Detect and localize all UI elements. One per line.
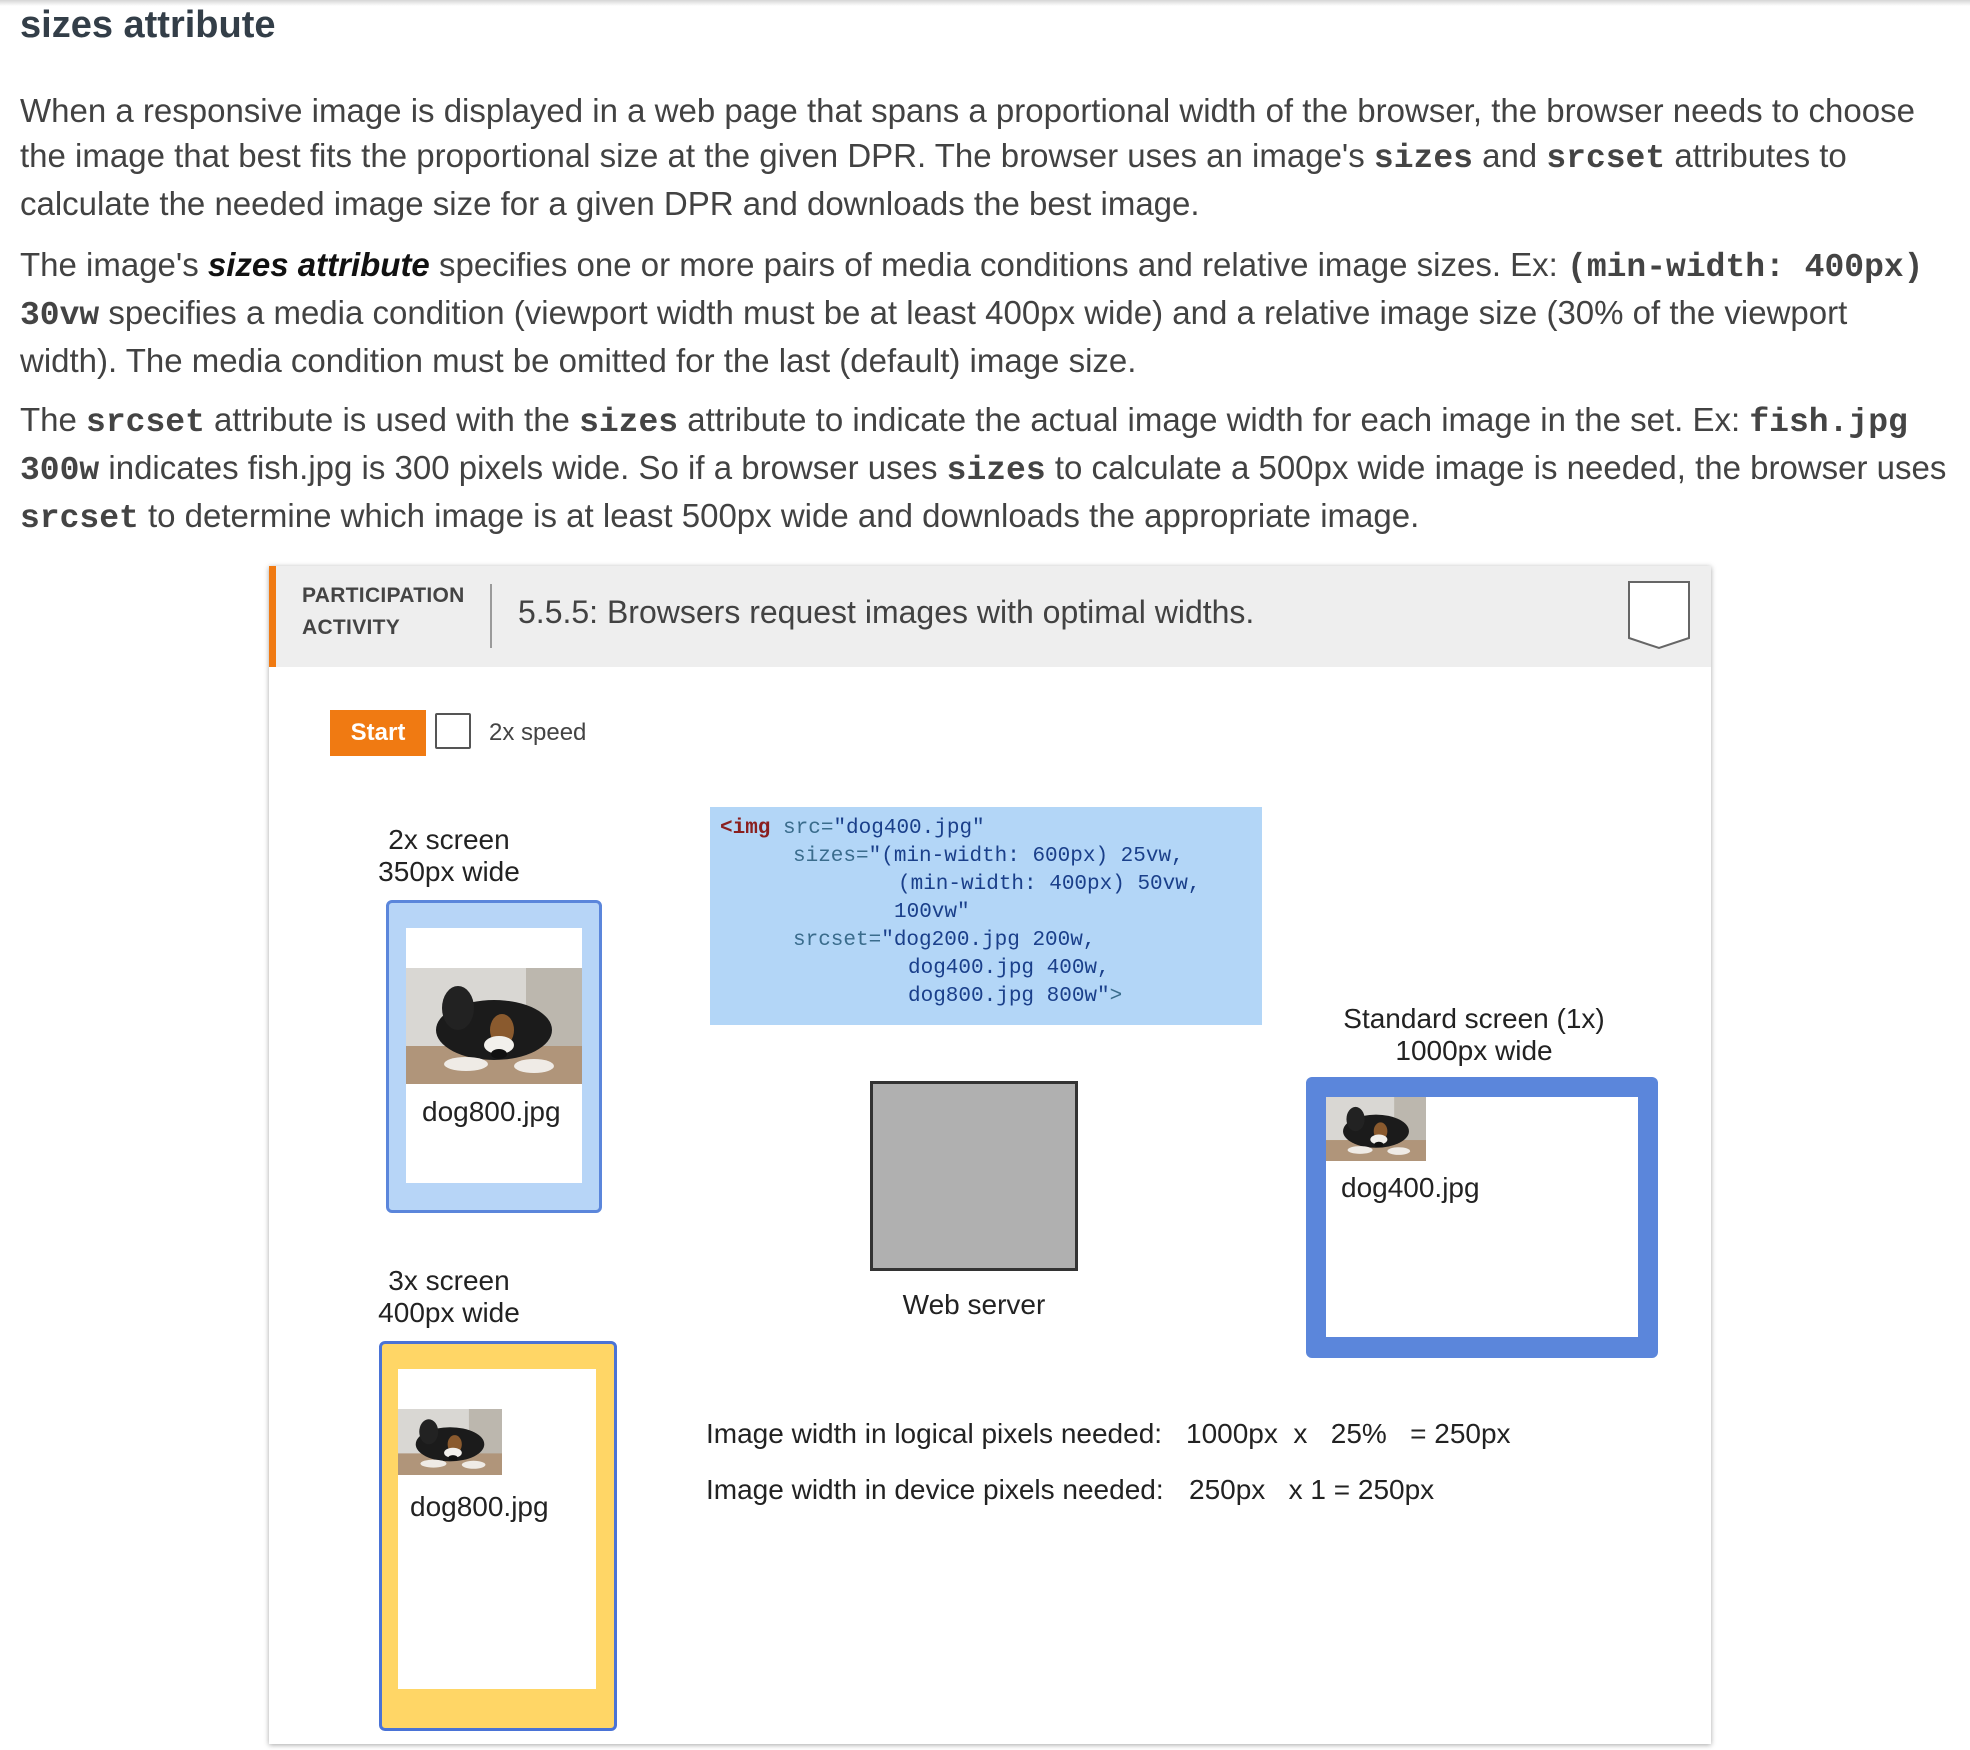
bookmark-icon[interactable]	[1627, 580, 1691, 650]
code-sizes-attr: sizes=	[793, 845, 869, 868]
code-line-1: <img src="dog400.jpg"	[720, 815, 985, 843]
top-shadow	[0, 0, 1970, 6]
paragraph-intro: When a responsive image is displayed in …	[20, 88, 1950, 226]
screen-3x-caption: 3x screen 400px wide	[359, 1265, 539, 1329]
activity-title: 5.5.5: Browsers request images with opti…	[518, 594, 1255, 630]
p3-text-d: indicates fish.jpg is 300 pixels wide. S…	[99, 449, 947, 486]
screen-1x-filename: dog400.jpg	[1341, 1172, 1480, 1203]
screen-3x-line1: 3x screen	[388, 1265, 510, 1296]
code-srcset-1: srcset	[86, 404, 205, 441]
screen-1x-line1: Standard screen (1x)	[1343, 1003, 1605, 1034]
screen-1x-display: dog400.jpg	[1326, 1097, 1638, 1337]
p2-text-a: The image's	[20, 246, 208, 283]
p1-text-b: and	[1472, 137, 1547, 174]
code-srcset: srcset	[1546, 140, 1666, 177]
p3-text-b: attribute is used with the	[204, 401, 580, 438]
activity-header: PARTICIPATION ACTIVITY 5.5.5: Browsers r…	[269, 566, 1711, 667]
screen-2x-display: dog800.jpg	[406, 928, 582, 1183]
code-sizes-value-2: (min-width: 400px) 50vw,	[898, 873, 1201, 896]
label-line-2: ACTIVITY	[302, 616, 401, 639]
screen-1x-line2: 1000px wide	[1395, 1035, 1553, 1066]
device-pixels-value: 250px x 1 = 250px	[1189, 1474, 1435, 1505]
p3-text-a: The	[20, 401, 87, 438]
paragraph-srcset: The srcset attribute is used with the si…	[20, 397, 1950, 541]
screen-1x-device: dog400.jpg	[1306, 1077, 1658, 1358]
speed-label: 2x speed	[489, 719, 587, 746]
screen-3x-device: dog800.jpg	[379, 1341, 617, 1731]
sizes-attribute-term: sizes attribute	[207, 246, 430, 283]
p2-text-c: specifies a media condition (viewport wi…	[20, 294, 1848, 379]
code-srcset-attr: srcset=	[793, 929, 882, 952]
code-sizes-value-3: 100vw"	[894, 901, 970, 924]
screen-2x-filename: dog800.jpg	[422, 1096, 561, 1127]
p3-text-c: attribute to indicate the actual image w…	[678, 401, 1750, 438]
screen-1x-caption: Standard screen (1x) 1000px wide	[1309, 1003, 1639, 1067]
code-img-tag: <img	[720, 817, 771, 840]
p3-text-e: to calculate a 500px wide image is neede…	[1045, 449, 1947, 486]
device-pixels-label: Image width in device pixels needed:	[706, 1474, 1164, 1505]
screen-3x-display: dog800.jpg	[398, 1369, 596, 1689]
code-sizes: sizes	[1373, 140, 1473, 177]
code-srcset-value-3: dog800.jpg 800w"	[908, 985, 1110, 1008]
screen-2x-device: dog800.jpg	[386, 900, 602, 1213]
code-line-2: sizes="(min-width: 600px) 25vw,	[793, 843, 1184, 871]
p2-text-b: specifies one or more pairs of media con…	[429, 246, 1568, 283]
speed-checkbox[interactable]	[435, 713, 471, 749]
web-server	[870, 1081, 1078, 1271]
participation-activity: PARTICIPATION ACTIVITY 5.5.5: Browsers r…	[269, 566, 1711, 1744]
p3-text-f: to determine which image is at least 500…	[138, 497, 1420, 534]
participation-activity-label: PARTICIPATION ACTIVITY	[302, 580, 465, 644]
code-line-5: srcset="dog200.jpg 200w,	[793, 927, 1095, 955]
screen-2x-caption: 2x screen 350px wide	[359, 824, 539, 888]
paragraph-sizes: The image's sizes attribute specifies on…	[20, 242, 1950, 383]
screen-3x-filename: dog800.jpg	[410, 1491, 549, 1522]
logical-pixels-value: 1000px x 25% = 250px	[1186, 1418, 1511, 1449]
start-button[interactable]: Start	[330, 710, 426, 756]
section-title: sizes attribute	[20, 4, 276, 46]
code-sizes-1: sizes	[579, 404, 679, 441]
screen-2x-line1: 2x screen	[388, 824, 510, 855]
code-sizes-value-1: "(min-width: 600px) 25vw,	[868, 845, 1184, 868]
code-srcset-value-2: dog400.jpg 400w,	[908, 957, 1110, 980]
code-line-7: dog800.jpg 800w">	[908, 983, 1122, 1011]
dog-photo-small	[1326, 1097, 1426, 1161]
code-sizes-2: sizes	[946, 452, 1046, 489]
logical-pixels-label: Image width in logical pixels needed:	[706, 1418, 1163, 1449]
code-srcset-2: srcset	[20, 500, 139, 537]
code-srcset-value-1: "dog200.jpg 200w,	[881, 929, 1096, 952]
dog-photo-large	[406, 968, 582, 1084]
web-server-label: Web server	[902, 1289, 1046, 1320]
code-src-value: "dog400.jpg"	[833, 817, 985, 840]
screen-2x-line2: 350px wide	[378, 856, 520, 887]
label-line-1: PARTICIPATION	[302, 584, 465, 607]
dog-photo-medium	[398, 1409, 502, 1475]
code-tag-close: >	[1109, 985, 1123, 1008]
header-divider	[490, 584, 492, 648]
screen-3x-line2: 400px wide	[378, 1297, 520, 1328]
img-code-block: <img src="dog400.jpg" sizes="(min-width:…	[710, 807, 1262, 1025]
code-src-attr: src=	[770, 817, 834, 840]
